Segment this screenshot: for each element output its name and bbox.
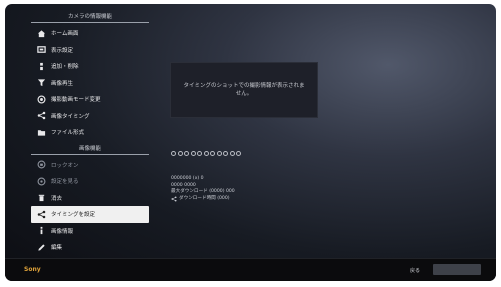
menu-item-edit[interactable]: 編集 [31,239,149,256]
menu-item-label: 撮影動画モード変更 [51,97,101,104]
share-icon [171,196,177,202]
menu-item-file-format[interactable]: ファイル形式 [31,124,149,141]
progress-circles [171,151,241,156]
ok-button[interactable] [433,264,481,275]
menu-section-header: 画像機能 [31,142,149,155]
progress-circle [229,151,235,156]
details-line-share: ダウンロード時間 (000) [171,196,235,203]
add-icon [37,62,46,71]
menu-item-timing[interactable]: 画像タイミング [31,108,149,125]
record-icon [37,95,46,104]
share-icon [37,210,46,219]
menu-item-set-timing[interactable]: タイミングを設定 [31,206,149,223]
progress-circle [203,151,209,156]
edit-icon [37,243,46,252]
menu-header: カメラの情報機能 [31,10,149,23]
back-label: 戻る [410,268,421,274]
progress-circle [177,151,183,156]
share-icon [37,111,46,120]
menu-item-label: 画像情報 [51,228,74,235]
progress-circle [210,151,215,156]
details-line-label: ダウンロード時間 (000) [179,195,230,201]
menu-item-label: 消去 [51,195,63,202]
trash-icon [37,193,46,202]
menu-item-label: タイミングを設定 [51,212,96,219]
menu-item-record-mode[interactable]: 撮影動画モード変更 [31,91,149,108]
progress-circle [184,151,189,156]
menu-item-lock[interactable]: ロックオン [31,157,149,174]
progress-circle [190,151,196,156]
brand-logo: Sony [24,266,41,273]
menu-item-label: ホーム画面 [51,31,79,38]
menu-item-add[interactable]: 追加・削除 [31,58,149,75]
settings-icon [37,177,46,186]
menu-item-label: ファイル形式 [51,130,85,137]
menu-item-playback[interactable]: 画像再生 [31,75,149,92]
menu-item-label: 編集 [51,245,63,252]
progress-circle [223,151,228,156]
menu-item-delete[interactable]: 消去 [31,190,149,207]
display-icon [37,45,46,54]
menu-item-label: ロックオン [51,162,79,169]
progress-circle [236,151,241,156]
filter-icon [37,78,46,87]
preview-panel: タイミングのショットでの撮影情報が表示されません。 [170,62,318,118]
lock-icon [37,160,46,169]
progress-circle [197,151,202,156]
menu-item-home[interactable]: ホーム画面 [31,25,149,42]
info-icon [37,226,46,235]
menu-item-display[interactable]: 表示設定 [31,42,149,59]
bottom-bar: Sony 戻る [5,258,496,281]
preview-message: タイミングのショットでの撮影情報が表示されません。 [183,83,305,97]
menu-item-label: 表示設定 [51,47,74,54]
screen: カメラの情報機能 ホーム画面 表示設定 追加・削除 画像再生 撮影動画モード変更… [5,4,496,281]
menu-panel: カメラの情報機能 ホーム画面 表示設定 追加・削除 画像再生 撮影動画モード変更… [31,10,149,256]
menu-item-label: 追加・削除 [51,64,79,71]
details-panel: 0000000 (x) 0 0000 0000 最大ダウンロード (0000) … [171,176,235,202]
menu-item-view-settings[interactable]: 設定を見る [31,173,149,190]
menu-item-label: 画像タイミング [51,113,90,120]
progress-circle [216,151,222,156]
menu-item-label: 設定を見る [51,179,79,186]
home-icon [37,29,46,38]
menu-item-image-info[interactable]: 画像情報 [31,223,149,240]
progress-circle [171,151,176,156]
menu-item-label: 画像再生 [51,80,74,87]
folder-icon [37,128,46,137]
